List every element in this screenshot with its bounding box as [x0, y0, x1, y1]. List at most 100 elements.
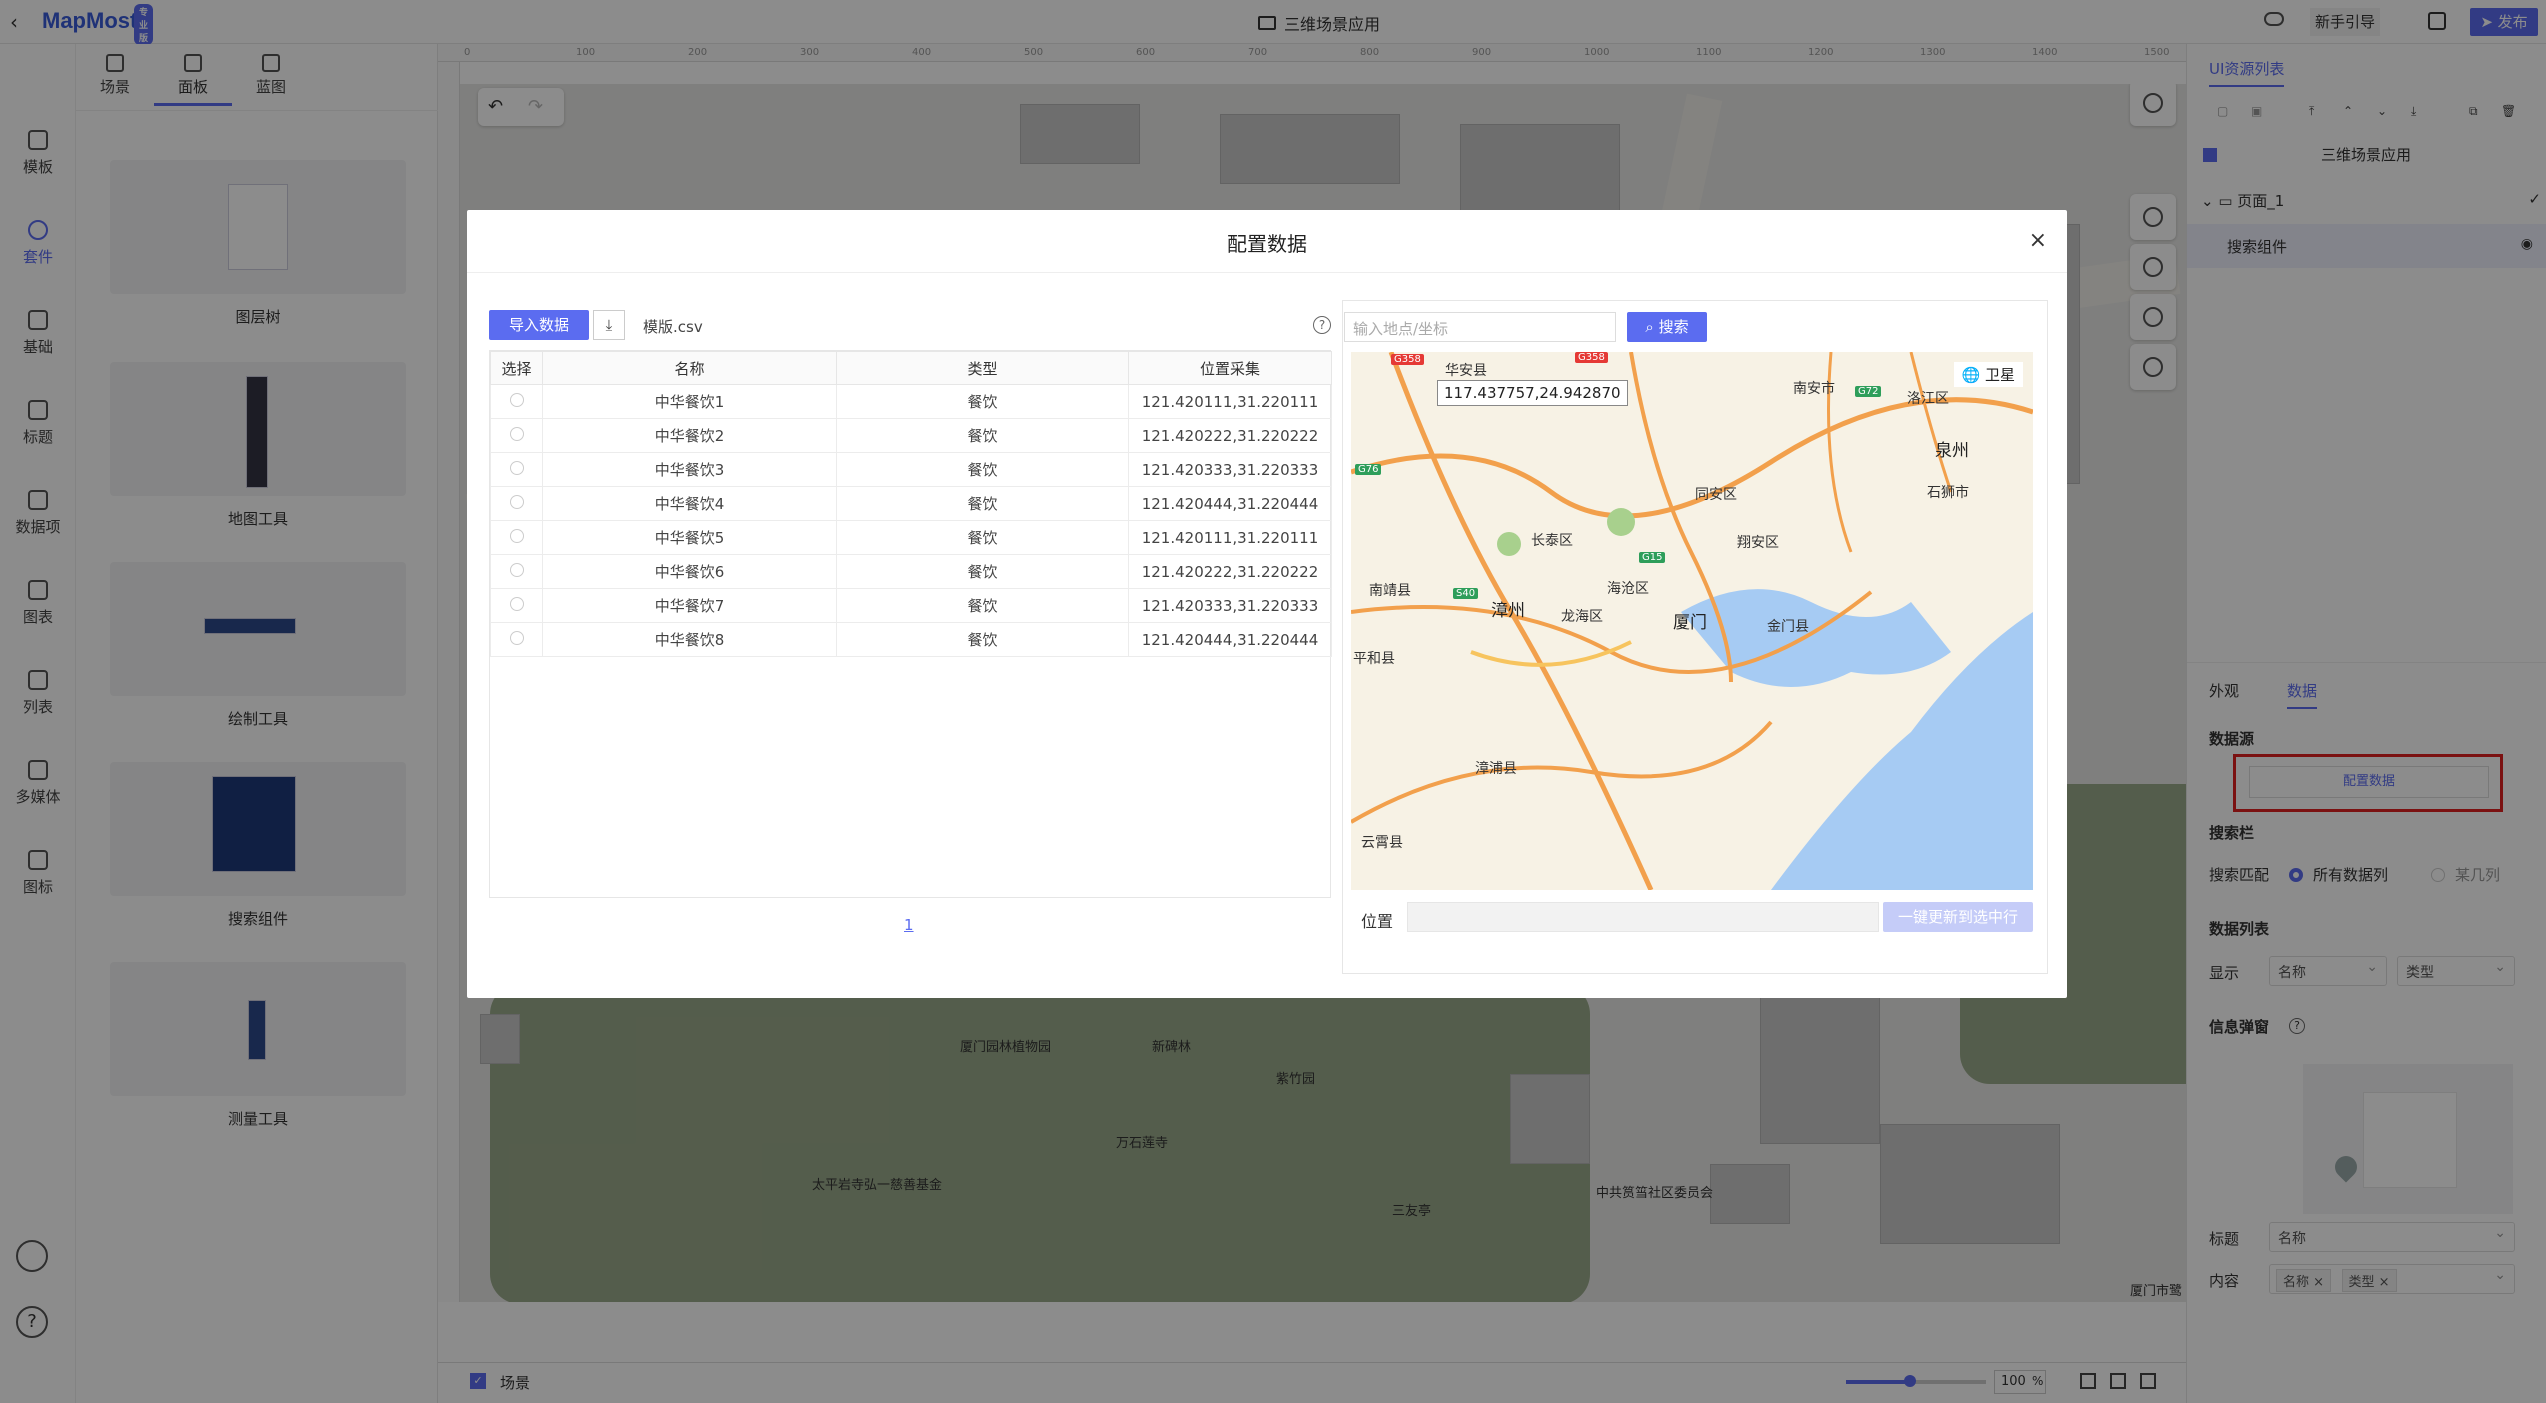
row-name-cell: 中华餐饮4: [542, 486, 837, 521]
row-select-cell[interactable]: [490, 418, 543, 453]
row-type-cell: 餐饮: [836, 554, 1129, 589]
row-radio[interactable]: [509, 630, 524, 645]
column-header-name: 名称: [542, 351, 837, 385]
row-type-cell: 餐饮: [836, 622, 1129, 657]
table-row[interactable]: 中华餐饮4 餐饮 121.420444,31.220444: [490, 486, 1332, 521]
question-icon[interactable]: ?: [1313, 316, 1331, 334]
download-icon: ⤓: [605, 316, 613, 334]
table-row[interactable]: 中华餐饮1 餐饮 121.420111,31.220111: [490, 384, 1332, 419]
modal-title: 配置数据: [1227, 232, 1307, 256]
table-row[interactable]: 中华餐饮2 餐饮 121.420222,31.220222: [490, 418, 1332, 453]
pagination-page-1[interactable]: 1: [904, 916, 914, 934]
table-row[interactable]: 中华餐饮7 餐饮 121.420333,31.220333: [490, 588, 1332, 623]
city-label: 龙海区: [1561, 609, 1603, 625]
row-location-cell: 121.420444,31.220444: [1128, 486, 1332, 521]
city-label: 平和县: [1353, 651, 1395, 667]
template-csv-link[interactable]: 模版.csv: [643, 316, 703, 337]
import-data-button[interactable]: 导入数据: [489, 310, 589, 340]
row-select-cell[interactable]: [490, 588, 543, 623]
row-location-cell: 121.420222,31.220222: [1128, 554, 1332, 589]
row-location-cell: 121.420333,31.220333: [1128, 588, 1332, 623]
city-label: 漳州: [1491, 601, 1525, 621]
row-type-cell: 餐饮: [836, 452, 1129, 487]
location-map[interactable]: 117.437757,24.942870 🌐 卫星 泉州 漳州 厦门 同安区 翔…: [1351, 352, 2033, 890]
row-name-cell: 中华餐饮1: [542, 384, 837, 419]
row-select-cell[interactable]: [490, 384, 543, 419]
city-label: 厦门: [1673, 613, 1707, 633]
row-type-cell: 餐饮: [836, 486, 1129, 521]
row-type-cell: 餐饮: [836, 418, 1129, 453]
highway-line: [1909, 352, 1953, 493]
row-radio[interactable]: [509, 460, 524, 475]
satellite-label: 卫星: [1984, 366, 2015, 384]
row-select-cell[interactable]: [490, 622, 543, 657]
location-input[interactable]: [1407, 902, 1879, 932]
row-location-cell: 121.420333,31.220333: [1128, 452, 1332, 487]
satellite-toggle[interactable]: 🌐 卫星: [1953, 362, 2023, 387]
highway-line: [1388, 352, 1654, 890]
row-select-cell[interactable]: [490, 554, 543, 589]
city-label: 云霄县: [1361, 835, 1403, 851]
row-location-cell: 121.420111,31.220111: [1128, 520, 1332, 555]
download-button[interactable]: ⤓: [593, 310, 625, 340]
config-data-modal: 配置数据 × 导入数据 ⤓ 模版.csv ? 选择 名称 类型 位置采集 中华餐…: [467, 210, 2067, 998]
city-label: 长泰区: [1531, 533, 1573, 549]
city-label: 泉州: [1935, 441, 1969, 461]
highway-shield: G15: [1639, 552, 1666, 563]
row-name-cell: 中华餐饮2: [542, 418, 837, 453]
row-radio[interactable]: [509, 562, 524, 577]
row-type-cell: 餐饮: [836, 588, 1129, 623]
row-name-cell: 中华餐饮6: [542, 554, 837, 589]
city-label: 同安区: [1695, 487, 1737, 503]
globe-icon: 🌐: [1961, 366, 1985, 384]
update-selected-row-button[interactable]: 一键更新到选中行: [1883, 902, 2033, 932]
park-area: [1497, 532, 1521, 556]
highway-line: [1351, 720, 1773, 824]
highway-shield: G358: [1575, 352, 1608, 363]
park-area: [1607, 508, 1635, 536]
row-select-cell[interactable]: [490, 486, 543, 521]
search-button[interactable]: ⌕ 搜索: [1627, 312, 1707, 342]
column-header-type: 类型: [836, 351, 1129, 385]
row-type-cell: 餐饮: [836, 384, 1129, 419]
highway-shield: G76: [1355, 464, 1382, 475]
coordinate-tooltip: 117.437757,24.942870: [1437, 380, 1628, 406]
row-select-cell[interactable]: [490, 452, 543, 487]
row-radio[interactable]: [509, 596, 524, 611]
city-label: 海沧区: [1607, 581, 1649, 597]
row-location-cell: 121.420444,31.220444: [1128, 622, 1332, 657]
search-icon: ⌕: [1645, 318, 1659, 336]
location-label: 位置: [1361, 912, 1394, 931]
highway-line: [1470, 640, 1632, 667]
row-type-cell: 餐饮: [836, 520, 1129, 555]
column-header-select: 选择: [490, 351, 543, 385]
row-radio[interactable]: [509, 528, 524, 543]
highway-shield: S40: [1453, 588, 1479, 599]
location-search-input[interactable]: 输入地点/坐标: [1344, 312, 1616, 342]
table-row[interactable]: 中华餐饮6 餐饮 121.420222,31.220222: [490, 554, 1332, 589]
row-radio[interactable]: [509, 426, 524, 441]
city-label: 石狮市: [1927, 485, 1969, 501]
row-location-cell: 121.420222,31.220222: [1128, 418, 1332, 453]
row-radio[interactable]: [509, 392, 524, 407]
highway-shield: G72: [1855, 386, 1882, 397]
modal-divider: [467, 272, 2067, 273]
data-table: 选择 名称 类型 位置采集 中华餐饮1 餐饮 121.420111,31.22011…: [489, 350, 1332, 898]
table-row[interactable]: 中华餐饮3 餐饮 121.420333,31.220333: [490, 452, 1332, 487]
row-select-cell[interactable]: [490, 520, 543, 555]
close-icon[interactable]: ×: [2029, 228, 2047, 253]
row-name-cell: 中华餐饮3: [542, 452, 837, 487]
city-label: 南安市: [1793, 381, 1835, 397]
table-row[interactable]: 中华餐饮8 餐饮 121.420444,31.220444: [490, 622, 1332, 657]
city-label: 翔安区: [1737, 535, 1779, 551]
row-location-cell: 121.420111,31.220111: [1128, 384, 1332, 419]
row-radio[interactable]: [509, 494, 524, 509]
bay-area: [1681, 589, 1951, 687]
city-label: 金门县: [1767, 619, 1809, 635]
row-name-cell: 中华餐饮8: [542, 622, 837, 657]
row-name-cell: 中华餐饮7: [542, 588, 837, 623]
city-label: 洛江区: [1907, 391, 1949, 407]
table-row[interactable]: 中华餐饮5 餐饮 121.420111,31.220111: [490, 520, 1332, 555]
table-header-row: 选择 名称 类型 位置采集: [490, 351, 1332, 385]
city-label: 漳浦县: [1475, 761, 1517, 777]
